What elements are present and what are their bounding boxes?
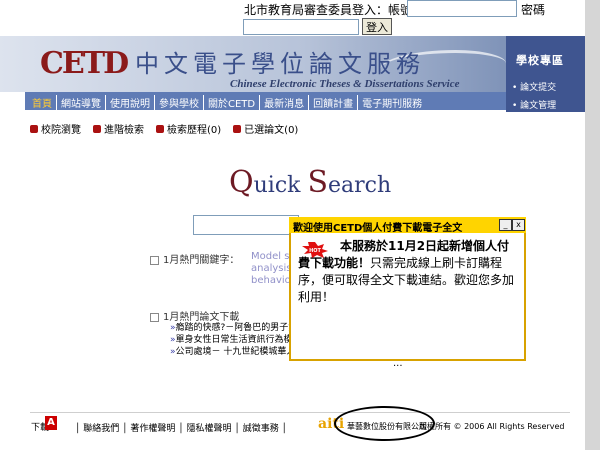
history-icon (156, 124, 164, 133)
hot-keywords-label-text: 1月熱門關鍵字： (163, 255, 240, 266)
footer-divider (30, 412, 570, 413)
list-item-label: 單身女性日常生活資訊行為模式 (175, 335, 302, 345)
qs-logo-earch: earch (328, 173, 392, 198)
toolbar-history-label: 檢索歷程(0) (167, 125, 222, 136)
quick-search-logo: Quick Search (229, 165, 391, 200)
nav-item-sitemap[interactable]: 網站導覽 (56, 95, 105, 110)
qs-logo-uick: uick (253, 173, 308, 198)
login-label: 北市教育局審查委員登入：帳號 (244, 3, 413, 17)
toolbar-selected-label: 已選論文(0) (244, 125, 299, 136)
popup-title: 歡迎使用CETD個人付費下載電子全文 (293, 223, 463, 234)
minimize-icon[interactable]: _ (499, 219, 512, 231)
hot-keywords-label: 1月熱門關鍵字： (150, 251, 239, 266)
account-input[interactable] (407, 0, 517, 17)
selected-icon (233, 124, 242, 133)
banner-title-cn: 中文電子學位論文服務 (135, 50, 425, 78)
banner-title-en: Chinese Electronic Theses & Dissertation… (230, 78, 460, 90)
list-item-label: 瘾踏的快感?－阿魯巴的男子氣 (175, 323, 298, 333)
password-label: 密碼 (521, 3, 546, 17)
school-zone-link-submit[interactable]: • 論文提交 (512, 80, 556, 93)
footer-links[interactable]: │ 聯絡我們 │ 著作權聲明 │ 隱私權聲明 │ 誠徵事務 │ (75, 421, 287, 434)
login-button[interactable]: 登入 (362, 18, 392, 35)
highlight-ellipse (334, 406, 435, 441)
browse-icon (30, 124, 38, 133)
hot-badge-text: HOT (309, 248, 321, 254)
nav-item-home[interactable]: 首頁 (28, 95, 56, 110)
toolbar-browse-label: 校院瀏覽 (41, 125, 81, 136)
nav-item-help[interactable]: 使用說明 (105, 95, 154, 110)
school-zone-link-manage[interactable]: • 論文管理 (512, 98, 556, 111)
cetd-logo[interactable]: CETD (40, 46, 129, 81)
nav-menu: 首頁 網站導覽 使用說明 參與學校 關於CETD 最新消息 回饋計畫 電子期刊服… (28, 95, 426, 110)
password-input[interactable] (243, 19, 359, 35)
nav-item-news[interactable]: 最新消息 (259, 95, 308, 110)
close-icon[interactable]: x (512, 219, 525, 231)
toolbar-selected[interactable]: 已選論文(0) (233, 121, 298, 136)
bullet-icon (150, 255, 159, 265)
advanced-search-icon (93, 124, 101, 133)
toolbar-browse[interactable]: 校院瀏覽 (30, 121, 81, 136)
nav-item-feedback[interactable]: 回饋計畫 (308, 95, 357, 110)
copyright: 版權所有 © 2006 All Rights Reserved (419, 422, 565, 431)
scrollbar-gutter[interactable] (585, 0, 600, 450)
toolbar-advanced-search-label: 進階檢索 (104, 125, 144, 136)
search-toolbar: 校院瀏覽 進階檢索 檢索歷程(0) 已選論文(0) (30, 121, 298, 136)
nav-item-about[interactable]: 關於CETD (203, 95, 259, 110)
hot-badge-icon: HOT (302, 242, 328, 258)
qs-logo-q: Q (229, 165, 254, 200)
quick-search-input[interactable] (193, 215, 299, 235)
school-zone-title: 學校專區 (516, 54, 564, 67)
nav-item-schools[interactable]: 參與學校 (154, 95, 203, 110)
qs-logo-s: S (307, 165, 329, 200)
toolbar-history[interactable]: 檢索歷程(0) (156, 121, 221, 136)
toolbar-advanced-search[interactable]: 進階檢索 (93, 121, 144, 136)
adobe-reader-icon[interactable]: A (45, 416, 57, 430)
nav-item-ejournal[interactable]: 電子期刊服務 (357, 95, 426, 110)
hot-downloads-label: 1月熱門論文下載 (150, 308, 239, 323)
bullet-icon (150, 312, 159, 322)
popup-body: 本服務於11月2日起新增個人付費下載功能！只需完成線上刷卡訂購程序，便可取得全文… (298, 238, 520, 306)
